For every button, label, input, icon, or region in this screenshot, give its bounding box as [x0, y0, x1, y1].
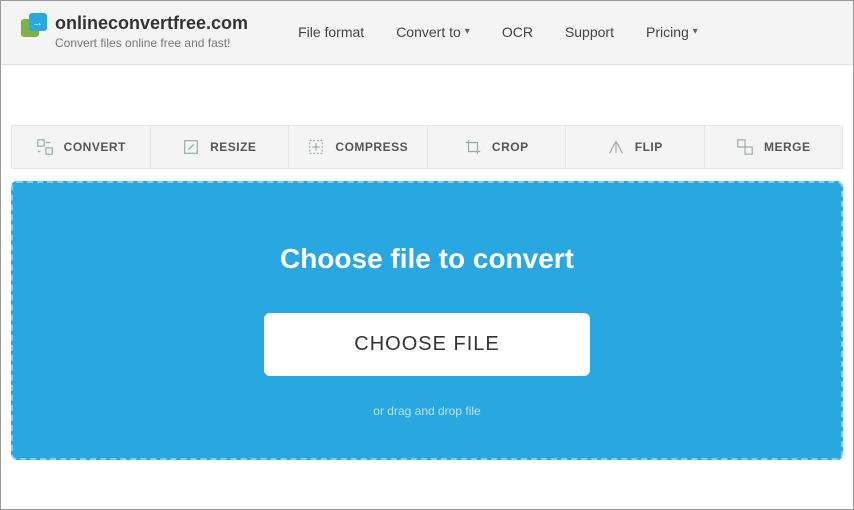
tab-label: FLIP [635, 140, 663, 154]
tab-compress[interactable]: COMPRESS [289, 126, 428, 168]
nav-file-format[interactable]: File format [298, 24, 364, 40]
tab-label: CONVERT [64, 140, 126, 154]
tab-crop[interactable]: CROP [428, 126, 567, 168]
chevron-down-icon: ▾ [693, 26, 698, 37]
chevron-down-icon: ▾ [465, 26, 470, 37]
nav-label: Support [565, 24, 614, 40]
nav-label: OCR [502, 24, 533, 40]
convert-icon [36, 138, 54, 156]
resize-icon [182, 138, 200, 156]
nav-support[interactable]: Support [565, 24, 614, 40]
dropzone-title: Choose file to convert [33, 243, 821, 275]
logo-icon: → [19, 13, 47, 41]
tab-label: COMPRESS [335, 140, 408, 154]
nav-label: File format [298, 24, 364, 40]
tagline: Convert files online free and fast! [55, 36, 248, 50]
main-nav: File format Convert to ▾ OCR Support Pri… [298, 24, 698, 40]
nav-convert-to[interactable]: Convert to ▾ [396, 24, 470, 40]
nav-ocr[interactable]: OCR [502, 24, 533, 40]
tab-resize[interactable]: RESIZE [151, 126, 290, 168]
nav-label: Pricing [646, 24, 689, 40]
site-name: onlineconvertfree.com [55, 13, 248, 34]
header: → onlineconvertfree.com Convert files on… [1, 1, 853, 65]
choose-file-button[interactable]: CHOOSE FILE [264, 313, 589, 376]
logo[interactable]: → onlineconvertfree.com Convert files on… [19, 13, 248, 50]
tab-label: CROP [492, 140, 529, 154]
flip-icon [607, 138, 625, 156]
spacer [1, 65, 853, 125]
dropzone[interactable]: Choose file to convert CHOOSE FILE or dr… [11, 181, 843, 460]
tab-label: RESIZE [210, 140, 256, 154]
tab-convert[interactable]: CONVERT [12, 126, 151, 168]
tab-merge[interactable]: MERGE [705, 126, 843, 168]
compress-icon [307, 138, 325, 156]
dropzone-hint: or drag and drop file [33, 404, 821, 418]
crop-icon [464, 138, 482, 156]
tab-label: MERGE [764, 140, 811, 154]
nav-pricing[interactable]: Pricing ▾ [646, 24, 698, 40]
nav-label: Convert to [396, 24, 461, 40]
merge-icon [736, 138, 754, 156]
tab-flip[interactable]: FLIP [566, 126, 705, 168]
tool-tabs: CONVERT RESIZE COMPRESS CROP FLIP MERGE [11, 125, 843, 169]
